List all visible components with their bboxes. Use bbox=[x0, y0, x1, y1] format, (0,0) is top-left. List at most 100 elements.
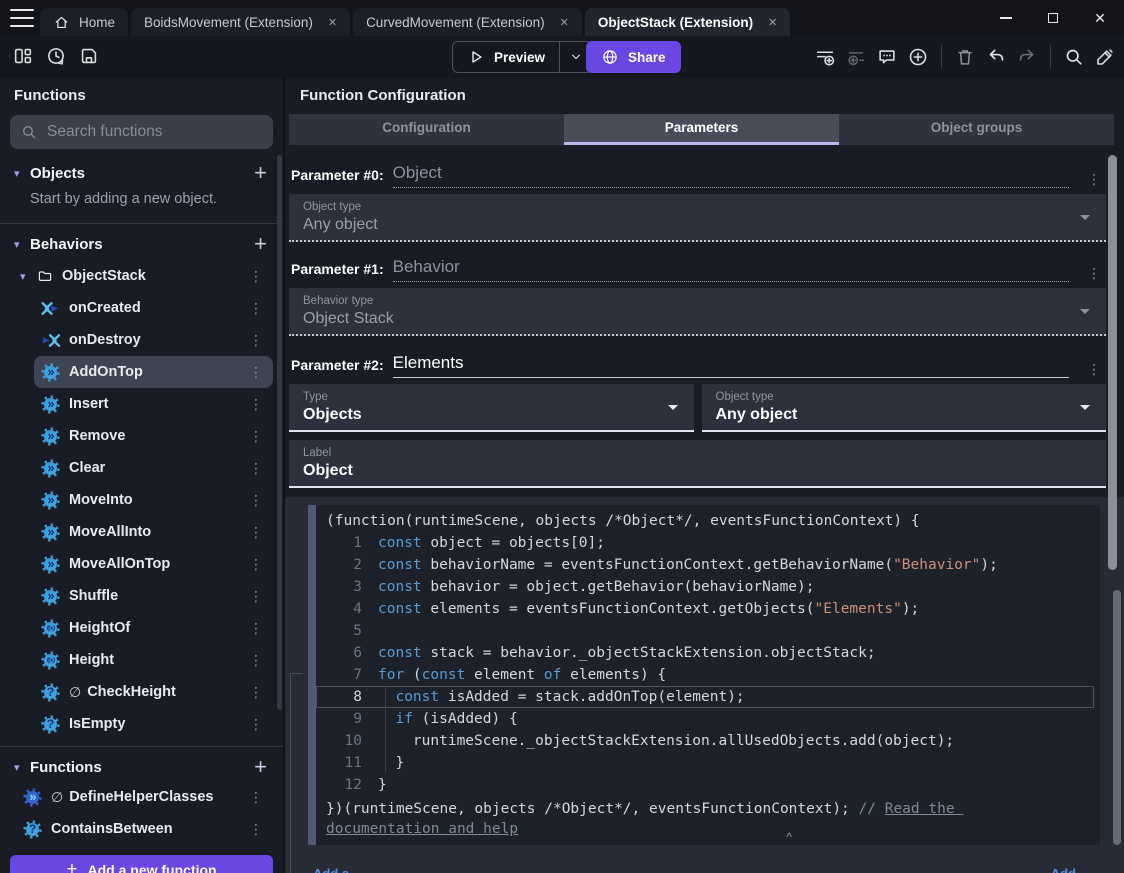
kebab-menu-icon[interactable]: ⋮ bbox=[1087, 171, 1104, 188]
close-tab-icon[interactable]: ✕ bbox=[560, 16, 569, 29]
add-new-function-button[interactable]: + Add a new function bbox=[10, 855, 273, 873]
kebab-menu-icon[interactable]: ⋮ bbox=[249, 332, 273, 349]
sidebar-item-oncreated[interactable]: onCreated ⋮ bbox=[34, 292, 273, 324]
delete-icon[interactable] bbox=[954, 46, 976, 68]
code-footer-line: })(runtimeScene, objects /*Object*/, eve… bbox=[316, 799, 1016, 839]
object-type-select[interactable]: Object type Any object bbox=[289, 194, 1106, 242]
section-behaviors[interactable]: ▾ Behaviors + bbox=[0, 230, 283, 258]
label-field[interactable]: Label Object bbox=[289, 440, 1106, 488]
sidebar-item-checkheight[interactable]: ? ∅ CheckHeight ⋮ bbox=[34, 676, 273, 708]
kebab-menu-icon[interactable]: ⋮ bbox=[249, 556, 273, 573]
kebab-menu-icon[interactable]: ⋮ bbox=[249, 684, 273, 701]
preview-button[interactable]: Preview bbox=[452, 41, 594, 73]
sidebar-item-moveallontop[interactable]: » MoveAllOnTop ⋮ bbox=[34, 548, 273, 580]
close-tab-icon[interactable]: ✕ bbox=[768, 16, 777, 29]
kebab-menu-icon[interactable]: ⋮ bbox=[249, 268, 273, 285]
sidebar-item-containsbetween[interactable]: ? ContainsBetween ⋮ bbox=[16, 813, 273, 845]
kebab-menu-icon[interactable]: ⋮ bbox=[249, 789, 273, 806]
close-window-button[interactable]: ✕ bbox=[1090, 8, 1110, 28]
sidebar-item-ondestroy[interactable]: onDestroy ⋮ bbox=[34, 324, 273, 356]
toggle-panels-icon[interactable] bbox=[12, 45, 34, 67]
add-comment-icon[interactable] bbox=[876, 46, 898, 68]
parameter-name-input[interactable]: Object bbox=[392, 163, 1069, 188]
hamburger-menu-icon[interactable] bbox=[10, 9, 34, 27]
kebab-menu-icon[interactable]: ⋮ bbox=[249, 396, 273, 413]
sidebar-item-remove[interactable]: » Remove ⋮ bbox=[34, 420, 273, 452]
code-scrollbar[interactable] bbox=[1113, 590, 1121, 845]
close-tab-icon[interactable]: ✕ bbox=[328, 16, 337, 29]
kebab-menu-icon[interactable]: ⋮ bbox=[249, 428, 273, 445]
search-input[interactable] bbox=[47, 123, 263, 141]
add-other-event-icon[interactable] bbox=[907, 46, 929, 68]
tab-home[interactable]: Home bbox=[40, 8, 129, 36]
sidebar-item-moveinto[interactable]: » MoveInto ⋮ bbox=[34, 484, 273, 516]
behavior-name: ObjectStack bbox=[62, 268, 146, 284]
parameter-name-input[interactable]: Elements bbox=[392, 353, 1069, 378]
sidebar-item-clear[interactable]: » Clear ⋮ bbox=[34, 452, 273, 484]
sidebar-scrollbar[interactable] bbox=[277, 155, 282, 710]
sidebar-item-addontop[interactable]: » AddOnTop ⋮ bbox=[34, 356, 273, 388]
tab-curvedmovement[interactable]: CurvedMovement (Extension) ✕ bbox=[353, 8, 582, 36]
share-label: Share bbox=[628, 49, 666, 65]
add-function-plus-button[interactable]: + bbox=[250, 756, 271, 778]
kebab-menu-icon[interactable]: ⋮ bbox=[249, 460, 273, 477]
add-subevent-icon[interactable] bbox=[845, 46, 867, 68]
kebab-menu-icon[interactable]: ⋮ bbox=[249, 588, 273, 605]
parameters-scrollbar[interactable] bbox=[1108, 155, 1117, 570]
sidebar-item-height[interactable]: f(x) Height ⋮ bbox=[34, 644, 273, 676]
kebab-menu-icon[interactable]: ⋮ bbox=[1087, 265, 1104, 282]
code-editor[interactable]: (function(runtimeScene, objects /*Object… bbox=[316, 505, 1100, 845]
chevron-down-icon[interactable]: ▾ bbox=[14, 238, 28, 251]
sidebar-item-insert[interactable]: » Insert ⋮ bbox=[34, 388, 273, 420]
search-events-icon[interactable] bbox=[1063, 46, 1085, 68]
undo-icon[interactable] bbox=[985, 46, 1007, 68]
tab-configuration[interactable]: Configuration bbox=[289, 114, 564, 142]
maximize-button[interactable] bbox=[1043, 8, 1063, 28]
event-drag-handle[interactable] bbox=[308, 505, 316, 845]
object-type-select-2[interactable]: Object type Any object bbox=[701, 384, 1106, 432]
kebab-menu-icon[interactable]: ⋮ bbox=[249, 716, 273, 733]
js-code-event[interactable]: (function(runtimeScene, objects /*Object… bbox=[308, 505, 1100, 845]
parameter-name-input[interactable]: Behavior bbox=[392, 257, 1069, 282]
kebab-menu-icon[interactable]: ⋮ bbox=[249, 300, 273, 317]
search-box[interactable] bbox=[10, 115, 273, 149]
add-event-partial-link[interactable]: Add a bbox=[313, 866, 349, 873]
kebab-menu-icon[interactable]: ⋮ bbox=[1087, 361, 1104, 378]
parameter-type-select[interactable]: Type Objects bbox=[289, 384, 694, 432]
function-type-icon: ? bbox=[22, 819, 43, 840]
function-type-icon: » bbox=[40, 490, 61, 511]
behavior-folder-objectstack[interactable]: ▾ ObjectStack ⋮ bbox=[20, 260, 273, 292]
sidebar-item-moveallinto[interactable]: » MoveAllInto ⋮ bbox=[34, 516, 273, 548]
sidebar-item-definehelperclasses[interactable]: » ∅ DefineHelperClasses ⋮ bbox=[16, 781, 273, 813]
history-icon[interactable] bbox=[45, 45, 67, 67]
kebab-menu-icon[interactable]: ⋮ bbox=[249, 492, 273, 509]
chevron-down-icon[interactable]: ▾ bbox=[20, 270, 34, 283]
sidebar-item-shuffle[interactable]: » Shuffle ⋮ bbox=[34, 580, 273, 612]
add-event-icon[interactable] bbox=[814, 46, 836, 68]
add-event-partial-link-right[interactable]: Add bbox=[1051, 866, 1076, 873]
tab-objectstack[interactable]: ObjectStack (Extension) ✕ bbox=[584, 8, 791, 36]
tab-boidsmovement[interactable]: BoidsMovement (Extension) ✕ bbox=[131, 8, 351, 36]
sidebar-item-heightof[interactable]: f(x) HeightOf ⋮ bbox=[34, 612, 273, 644]
tab-parameters[interactable]: Parameters bbox=[564, 114, 839, 145]
kebab-menu-icon[interactable]: ⋮ bbox=[249, 821, 273, 838]
kebab-menu-icon[interactable]: ⋮ bbox=[249, 364, 273, 381]
behavior-type-select[interactable]: Behavior type Object Stack bbox=[289, 288, 1106, 336]
kebab-menu-icon[interactable]: ⋮ bbox=[249, 620, 273, 637]
add-behavior-button[interactable]: + bbox=[250, 233, 271, 255]
section-functions[interactable]: ▾ Functions + bbox=[0, 753, 283, 781]
share-button[interactable]: Share bbox=[586, 41, 681, 73]
add-object-button[interactable]: + bbox=[250, 162, 271, 184]
save-icon[interactable] bbox=[78, 45, 100, 67]
tab-object-groups[interactable]: Object groups bbox=[839, 114, 1114, 142]
minimize-button[interactable] bbox=[996, 8, 1016, 28]
kebab-menu-icon[interactable]: ⋮ bbox=[249, 524, 273, 541]
redo-icon[interactable] bbox=[1016, 46, 1038, 68]
sidebar-item-isempty[interactable]: ? IsEmpty ⋮ bbox=[34, 708, 273, 740]
edit-function-icon[interactable] bbox=[1094, 46, 1116, 68]
section-objects[interactable]: ▾ Objects + bbox=[0, 159, 283, 187]
line-number: 7 bbox=[353, 667, 362, 683]
chevron-down-icon[interactable]: ▾ bbox=[14, 761, 28, 774]
kebab-menu-icon[interactable]: ⋮ bbox=[249, 652, 273, 669]
chevron-down-icon[interactable]: ▾ bbox=[14, 167, 28, 180]
